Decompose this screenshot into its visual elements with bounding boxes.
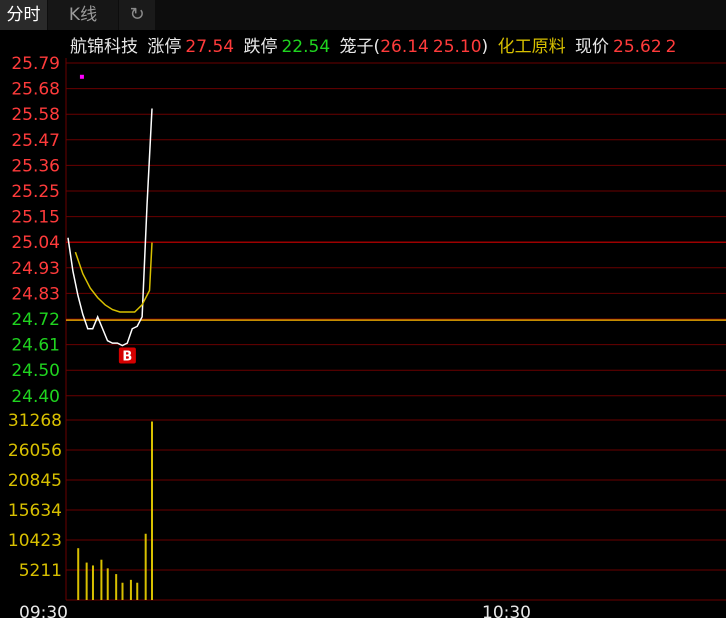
- volume-tick-label: 15634: [8, 501, 62, 521]
- time-axis-label: 10:30: [482, 603, 531, 618]
- price-tick-label: 24.40: [11, 387, 60, 407]
- volume-tick-label: 31268: [8, 411, 62, 431]
- price-tick-label: 25.47: [11, 131, 60, 151]
- buy-signal-label: B: [122, 350, 132, 365]
- price-tick-label: 25.36: [11, 156, 60, 176]
- intraday-chart[interactable]: 25.79 25.68 25.58 25.47 25.36 25.25 25.15 25.04…: [0, 0, 726, 618]
- price-series-line: [67, 108, 153, 347]
- price-tick-label: 25.58: [11, 105, 60, 125]
- price-tick-label: 25.79: [11, 54, 60, 74]
- volume-tick-label: 20845: [8, 471, 62, 491]
- price-tick-label: 24.83: [11, 284, 60, 304]
- price-tick-label: 24.61: [11, 336, 60, 356]
- price-tick-label: 25.15: [11, 208, 60, 228]
- volume-tick-label: 10423: [8, 531, 62, 551]
- price-tick-label: 25.04: [11, 233, 60, 253]
- price-tick-label: 24.93: [11, 259, 60, 279]
- volume-tick-label: 26056: [8, 441, 62, 461]
- time-axis-label: 09:30: [19, 603, 68, 618]
- price-tick-label: 24.72: [11, 310, 60, 330]
- volume-tick-label: 5211: [19, 561, 62, 581]
- price-tick-label: 24.50: [11, 361, 60, 381]
- price-tick-label: 25.68: [11, 80, 60, 100]
- avg-series-line: [74, 242, 153, 313]
- price-tick-label: 25.25: [11, 182, 60, 202]
- event-marker: [79, 74, 84, 79]
